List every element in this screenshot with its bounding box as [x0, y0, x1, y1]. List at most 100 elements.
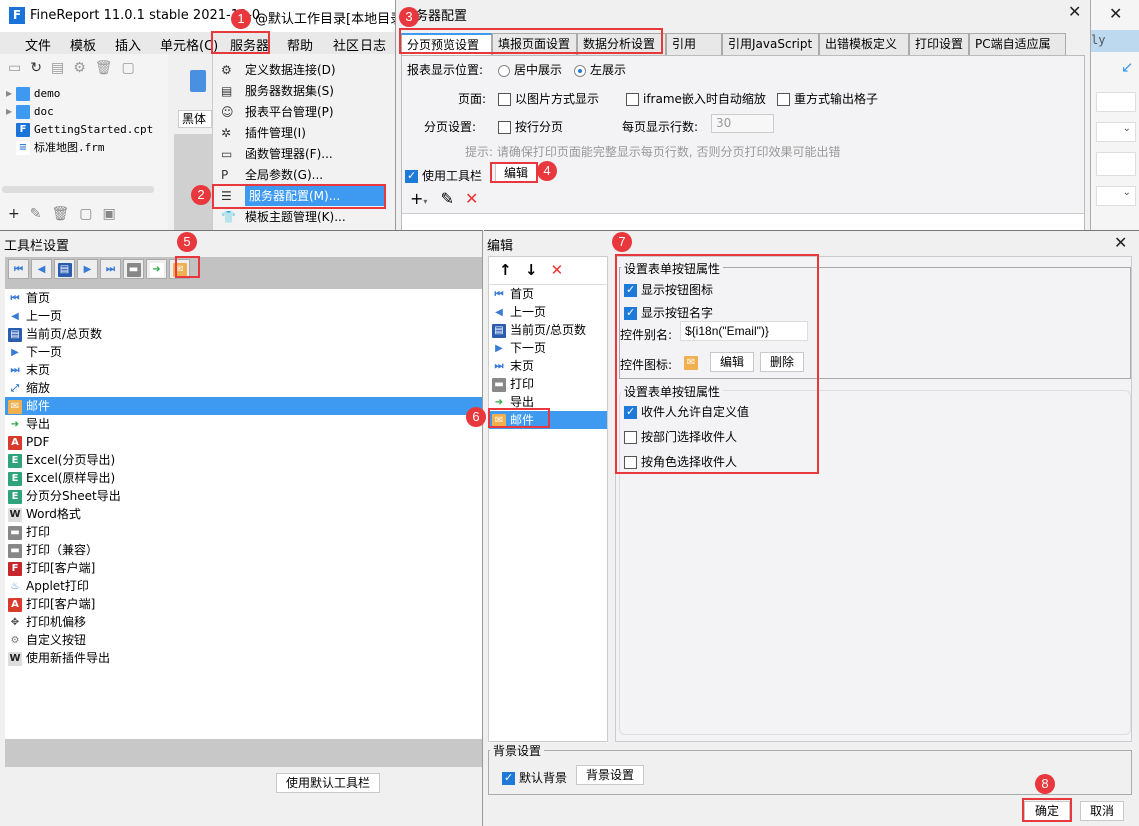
close-icon[interactable]: ✕: [1114, 233, 1127, 252]
item-label: 打印[客户端]: [26, 597, 96, 611]
file-tree-item[interactable]: ≡ 标准地图.frm: [6, 138, 166, 156]
menu-item-icon: 👕: [221, 210, 236, 224]
server-menu-item[interactable]: P 全局参数(G)...: [213, 165, 393, 185]
step-badge: 1: [231, 9, 251, 29]
rows-per-page-input[interactable]: 30: [711, 114, 774, 133]
menu-2[interactable]: 插入: [115, 35, 141, 54]
toolbar-list-item[interactable]: ▬ 打印: [5, 523, 482, 541]
move-down-icon[interactable]: ↓: [525, 261, 538, 279]
server-menu-item[interactable]: ▭ 函数管理器(F)...: [213, 144, 393, 164]
server-menu-item[interactable]: ✲ 插件管理(I): [213, 123, 393, 143]
edit-list-item[interactable]: ⏭ 末页: [489, 357, 607, 375]
toolbar-list-item[interactable]: ♨ Applet打印: [5, 577, 482, 595]
edit-list-item[interactable]: ▶ 下一页: [489, 339, 607, 357]
strip-button[interactable]: ▶: [77, 259, 98, 279]
radio-left[interactable]: 左展示: [574, 61, 626, 78]
checkbox-default-background[interactable]: 默认背景: [502, 769, 567, 786]
strip-button[interactable]: ▤: [54, 259, 75, 279]
menu-3[interactable]: 单元格(C): [160, 35, 218, 54]
checkbox-output-cells[interactable]: 重方式输出格子: [777, 90, 878, 107]
use-default-toolbar-button[interactable]: 使用默认工具栏: [276, 773, 380, 793]
toolbar-list-item[interactable]: E Excel(分页导出): [5, 451, 482, 469]
tab-7[interactable]: PC端自适应属性: [969, 33, 1066, 72]
menu-item-label: 函数管理器(F)...: [245, 147, 333, 161]
strip-button[interactable]: ⏮: [8, 259, 29, 279]
tree-toolbar: ▭↻▤⚙🗑▢: [8, 60, 144, 76]
first-icon: ⏮: [494, 288, 504, 300]
toolbar-list-item[interactable]: ⚙ 自定义按钮: [5, 631, 482, 649]
tab-3[interactable]: 引用Css: [666, 33, 722, 72]
toolbar-list-item[interactable]: ⏭ 末页: [5, 361, 482, 379]
menu-1[interactable]: 模板: [70, 35, 96, 54]
edit-list-item[interactable]: ⏮ 首页: [489, 285, 607, 303]
toolbar-list-item[interactable]: ⏮ 首页: [5, 289, 482, 307]
edit-list-item[interactable]: ▤ 当前页/总页数: [489, 321, 607, 339]
strip-button[interactable]: ▬: [123, 259, 144, 279]
menu-6[interactable]: 社区: [333, 35, 359, 54]
add-icon[interactable]: +: [410, 189, 423, 208]
toolbar-actions: +▾ ✎ ✕: [410, 189, 479, 208]
checkbox-iframe-scale[interactable]: iframe嵌入时自动缩放: [626, 90, 766, 107]
toolbar-list-item[interactable]: ◀ 上一页: [5, 307, 482, 325]
annotation-box-properties: [615, 254, 819, 474]
server-menu-item[interactable]: 👕 模板主题管理(K)...: [213, 207, 393, 227]
menu-0[interactable]: 文件: [25, 35, 51, 54]
delete-icon[interactable]: ✕: [551, 261, 564, 279]
delete-icon[interactable]: ✕: [465, 189, 478, 208]
toolbar-list-item[interactable]: A PDF: [5, 433, 482, 451]
toolbar-list-item[interactable]: ⤢ 缩放: [5, 379, 482, 397]
toolbar-list-item[interactable]: ▤ 当前页/总页数: [5, 325, 482, 343]
checkbox-row-paging[interactable]: 按行分页: [498, 118, 563, 135]
tab-4[interactable]: 引用JavaScript: [722, 33, 819, 55]
checkbox-image-mode[interactable]: 以图片方式显示: [498, 90, 599, 107]
item-label: 当前页/总页数: [26, 327, 103, 341]
server-menu-item[interactable]: ▤ 服务器数据集(S): [213, 81, 393, 101]
gear-icon: ⚙: [10, 634, 20, 646]
checkbox-use-toolbar[interactable]: 使用工具栏: [405, 167, 482, 184]
server-menu-item[interactable]: ⚙ 定义数据连接(D): [213, 60, 393, 80]
font-field[interactable]: 黑体: [178, 110, 212, 128]
close-icon[interactable]: ✕: [1068, 2, 1081, 21]
toolbar-list-item[interactable]: E 分页分Sheet导出: [5, 487, 482, 505]
menu-5[interactable]: 帮助: [287, 35, 313, 54]
file-tree-item[interactable]: ▸ doc: [6, 102, 166, 120]
word-icon: W: [8, 651, 22, 666]
toolbar-list-item[interactable]: F 打印[客户端]: [5, 559, 482, 577]
first-icon: ⏮: [14, 263, 23, 275]
menu-7[interactable]: 日志: [360, 35, 386, 54]
cancel-button[interactable]: 取消: [1080, 801, 1124, 821]
edit-list-item[interactable]: ▬ 打印: [489, 375, 607, 393]
check-icon: ↙: [1121, 58, 1134, 76]
strip-button[interactable]: ➜: [146, 259, 167, 279]
file-tree-item[interactable]: ▸ demo: [6, 84, 166, 102]
toolbar-list-item[interactable]: E Excel(原样导出): [5, 469, 482, 487]
toolbar-list-item[interactable]: W Word格式: [5, 505, 482, 523]
tab-5[interactable]: 出错模板定义: [819, 33, 909, 55]
toolbar-list-item[interactable]: ✉ 邮件: [5, 397, 482, 415]
dropdown[interactable]: ⌄: [1096, 122, 1136, 142]
radio-center[interactable]: 居中展示: [498, 61, 562, 78]
toolbar-list-item[interactable]: W 使用新插件导出: [5, 649, 482, 667]
toolbar-list-item[interactable]: ➜ 导出: [5, 415, 482, 433]
field[interactable]: [1096, 92, 1136, 112]
toolbar-list-item[interactable]: ▶ 下一页: [5, 343, 482, 361]
strip-button[interactable]: ◀: [31, 259, 52, 279]
file-tree-item[interactable]: F GettingStarted.cpt: [6, 120, 166, 138]
server-menu-item[interactable]: ☺ 报表平台管理(P): [213, 102, 393, 122]
toolbar-list-item[interactable]: ✥ 打印机偏移: [5, 613, 482, 631]
close-icon[interactable]: ✕: [1109, 4, 1122, 23]
step-badge: 4: [537, 161, 557, 181]
dropdown[interactable]: ⌄: [1096, 186, 1136, 206]
pencil-icon[interactable]: ✎: [441, 189, 454, 208]
field[interactable]: [1096, 152, 1136, 176]
background-settings-button[interactable]: 背景设置: [576, 765, 644, 785]
tab-6[interactable]: 打印设置: [909, 33, 969, 55]
title-bar: F FineReport 11.0.1 stable 2021-12-0 @默认…: [0, 0, 408, 32]
toolbar-list-item[interactable]: A 打印[客户端]: [5, 595, 482, 613]
tree-scrollbar[interactable]: [2, 186, 154, 193]
radio-label: 左展示: [590, 63, 627, 77]
move-up-icon[interactable]: ↑: [499, 261, 512, 279]
edit-list-item[interactable]: ◀ 上一页: [489, 303, 607, 321]
strip-button[interactable]: ⏭: [100, 259, 121, 279]
toolbar-list-item[interactable]: ▬ 打印（兼容）: [5, 541, 482, 559]
